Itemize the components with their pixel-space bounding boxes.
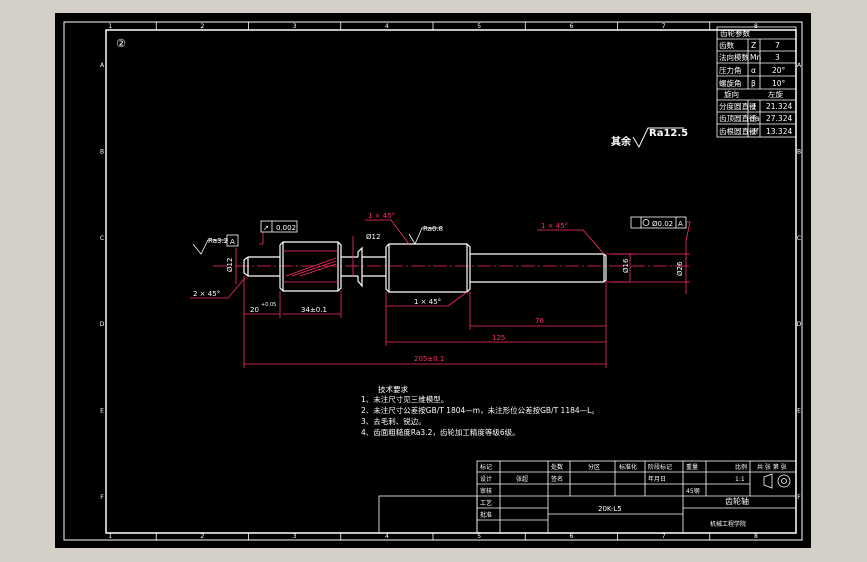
roughness-mid: Ra0.8 <box>423 225 443 233</box>
chamfer-bottom-mid: 1 × 45° <box>414 298 441 306</box>
zone-letter-left: E <box>100 408 104 415</box>
gear-row-value: 20° <box>772 66 786 75</box>
zone-letter-right: C <box>797 235 801 242</box>
roughness-other-label: 其余 <box>611 135 632 148</box>
gear-row-symbol: β <box>751 79 756 88</box>
tb-approve: 批准 <box>480 511 492 519</box>
dia-neck: Ø12 <box>366 233 380 241</box>
runout-tolerance: 0.002 <box>276 224 296 232</box>
tb-designer: 张超 <box>516 475 528 483</box>
zone-number-bottom: 2 <box>200 533 204 540</box>
zone-letter-left: D <box>100 321 105 328</box>
chamfer-top-mid: 1 × 45° <box>368 212 395 220</box>
tech-req-line: 1、未注尺寸见三维模型。 <box>361 394 448 404</box>
datum-left: A <box>230 238 235 246</box>
zone-number-top: 4 <box>385 23 389 30</box>
dim-125: 125 <box>492 334 505 342</box>
zone-letter-right: F <box>797 494 801 501</box>
zone-number-bottom: 1 <box>108 533 112 540</box>
zone-letter-right: B <box>797 149 801 156</box>
gear-row-label: 螺旋角 <box>719 78 742 88</box>
zone-letter-right: D <box>797 321 802 328</box>
zone-number-bottom: 3 <box>293 533 297 540</box>
gear-row-value: 10° <box>772 79 786 88</box>
tb-scale: 1:1 <box>735 476 745 483</box>
zone-number-top: 2 <box>200 23 204 30</box>
view-marker: ② <box>116 37 126 50</box>
gear-row-symbol: d <box>751 102 756 111</box>
tb-material: 45钢 <box>686 487 700 495</box>
gear-row-value: 左旋 <box>768 89 783 99</box>
zone-number-bottom: 7 <box>662 533 666 540</box>
chamfer-left: 2 × 45° <box>193 290 220 298</box>
zone-number-bottom: 5 <box>477 533 481 540</box>
gear-row-symbol: da <box>750 114 759 123</box>
tb-stage: 阶段标记 <box>648 463 672 471</box>
dim-20: 20 <box>250 306 259 314</box>
gear-row-label: 压力角 <box>719 65 742 75</box>
tb-mark: 标记 <box>480 463 492 471</box>
zone-number-top: 5 <box>477 23 481 30</box>
zone-number-bottom: 8 <box>754 533 758 540</box>
tech-req-line: 4、齿面粗糙度Ra3.2，齿轮加工精度等级6级。 <box>361 427 520 437</box>
zone-number-bottom: 4 <box>385 533 389 540</box>
dim-76: 76 <box>535 317 544 325</box>
gear-row-symbol: df <box>751 127 759 136</box>
tb-craft: 工艺 <box>480 499 492 507</box>
gear-row-symbol: Z <box>751 41 756 50</box>
zone-number-top: 1 <box>108 23 112 30</box>
gear-row-value: 7 <box>775 41 780 50</box>
gear-row-symbol: α <box>751 66 756 75</box>
tb-part: 分区 <box>588 463 600 471</box>
tech-req-title: 技术要求 <box>378 384 408 394</box>
gear-table-title: 齿轮参数 <box>720 28 750 38</box>
tb-check: 审核 <box>480 487 492 495</box>
tb-process: 处数 <box>551 463 563 471</box>
tech-req-line: 2、未注尺寸公差按GB/T 1804—m，未注形位公差按GB/T 1184—L。 <box>361 405 599 415</box>
zone-number-bottom: 6 <box>569 533 573 540</box>
zone-number-top: 7 <box>662 23 666 30</box>
dia-right: Ø16 <box>622 258 630 273</box>
gear-row-value: 27.324 <box>766 114 792 123</box>
tech-req-line: 3、去毛刺、锐边。 <box>361 416 426 426</box>
zone-letter-left: B <box>100 149 104 156</box>
gear-row-label: 旋向 <box>724 89 739 99</box>
tb-std: 标准化 <box>619 463 637 471</box>
zone-number-top: 6 <box>569 23 573 30</box>
zone-letter-right: E <box>797 408 801 415</box>
tb-name: 齿轮轴 <box>725 496 749 506</box>
roughness-left: Ra3.2 <box>208 237 228 245</box>
tb-drawing-no: 20K-L5 <box>598 505 622 513</box>
gear-row-label: 法向模数 <box>719 52 749 62</box>
zone-letter-left: F <box>100 494 104 501</box>
dim-34: 34±0.1 <box>301 306 327 314</box>
tb-company: 机械工程学院 <box>710 520 746 528</box>
gear-row-value: 13.324 <box>766 127 792 136</box>
runout-icon: ↗ <box>263 224 269 232</box>
tb-design: 设计 <box>480 475 492 483</box>
drawing-canvas: 1 1 2 2 3 3 4 4 5 5 6 6 7 7 8 8 A A B B C C D D E E F F ② 齿轮参数 齿数 Z… <box>55 13 811 548</box>
zone-number-top: 3 <box>293 23 297 30</box>
gear-row-value: 21.324 <box>766 102 792 111</box>
zone-letter-left: C <box>100 235 104 242</box>
gear-row-label: 齿数 <box>719 40 734 50</box>
zone-number-top: 8 <box>754 23 758 30</box>
tb-date: 年月日 <box>648 475 666 483</box>
dim-total: 205±0.1 <box>414 355 444 363</box>
position-tolerance: Ø0.02 <box>652 220 673 228</box>
dia-right-end: Ø26 <box>676 261 684 276</box>
tb-sheet: 共 张 第 张 <box>757 463 787 471</box>
dia-left-end: Ø12 <box>226 258 234 272</box>
gear-row-symbol: Mn <box>750 53 761 62</box>
gear-row-value: 3 <box>775 53 780 62</box>
chamfer-top-right: 1 × 45° <box>541 222 568 230</box>
datum-right: A <box>678 220 683 228</box>
roughness-other-value: Ra12.5 <box>649 128 688 139</box>
dim-20-tol: +0.05 <box>261 302 276 308</box>
tb-scale-label: 比例 <box>735 463 747 471</box>
tb-weight: 重量 <box>686 463 698 471</box>
tb-sign: 签名 <box>551 475 563 483</box>
